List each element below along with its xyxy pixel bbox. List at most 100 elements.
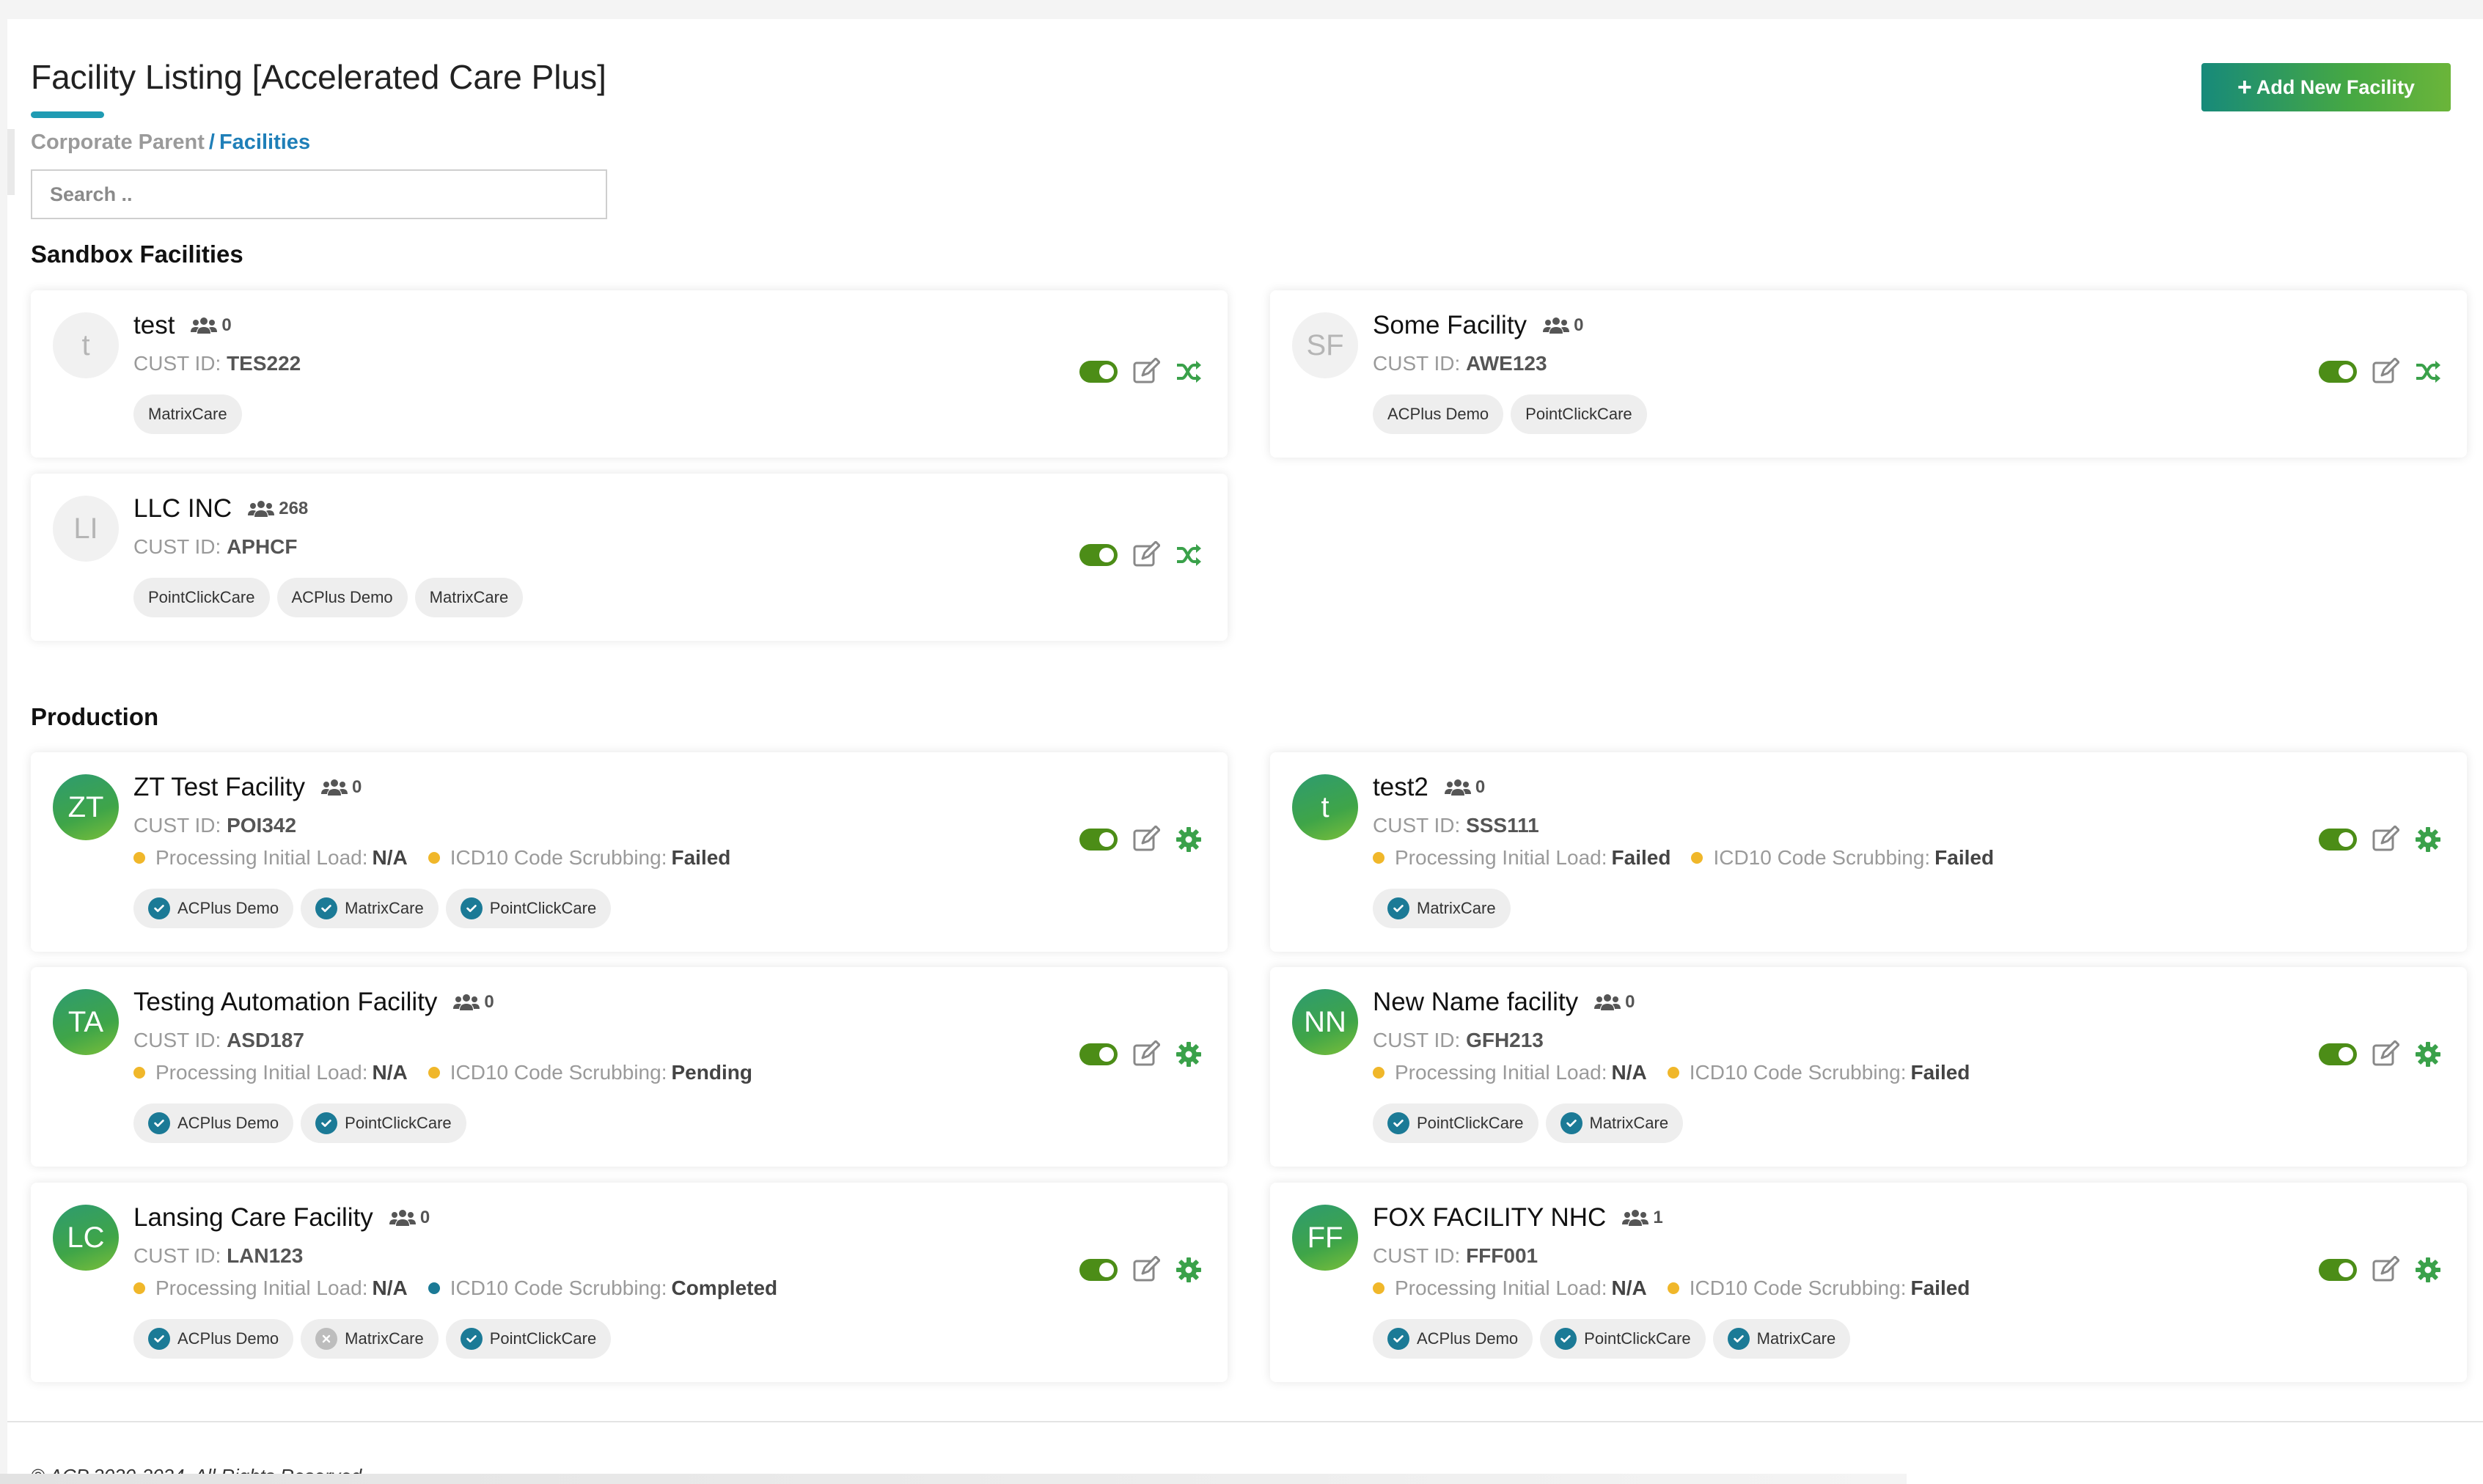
add-new-facility-label: Add New Facility [2256, 76, 2415, 98]
facility-card: FF FOX FACILITY NHC 1 CUST ID: FFF001 Proces… [1270, 1183, 2467, 1382]
facility-name-row: Lansing Care Facility 0 [133, 1203, 430, 1233]
active-toggle[interactable] [1079, 544, 1118, 566]
cust-id: CUST ID: SSS111 [1373, 814, 1539, 837]
integration-tags: PointClickCare MatrixCare [1373, 1103, 1684, 1143]
icd10-value: Failed [671, 846, 731, 869]
facility-name-row: ZT Test Facility 0 [133, 773, 362, 802]
active-toggle[interactable] [2319, 1043, 2357, 1065]
cust-id-label: CUST ID: [133, 535, 221, 558]
icd10-status: ICD10 Code Scrubbing: Failed [1691, 846, 1994, 870]
facility-name[interactable]: Lansing Care Facility [133, 1203, 373, 1233]
avatar: TA [53, 989, 119, 1055]
icd10-status: ICD10 Code Scrubbing: Failed [428, 846, 731, 870]
initial-load-value: N/A [1611, 1061, 1647, 1084]
facility-name[interactable]: test2 [1373, 773, 1428, 802]
active-toggle[interactable] [1079, 361, 1118, 383]
plus-icon: + [2237, 73, 2252, 101]
card-actions [1079, 540, 1203, 569]
status-dot [133, 1067, 145, 1079]
initial-load-label: Processing Initial Load: [1395, 846, 1607, 869]
check-circle-icon [148, 897, 170, 919]
facility-name[interactable]: LLC INC [133, 494, 232, 524]
integration-tags: PointClickCare ACPlus Demo MatrixCare [133, 578, 524, 617]
add-new-facility-button[interactable]: + Add New Facility [2201, 63, 2451, 111]
cust-id: CUST ID: AWE123 [1373, 352, 1547, 375]
footer-divider [7, 1421, 2483, 1422]
edit-icon[interactable] [1132, 1255, 1161, 1284]
integration-tag-label: MatrixCare [1589, 1114, 1669, 1132]
integration-tag: MatrixCare [301, 1319, 439, 1359]
active-toggle[interactable] [2319, 361, 2357, 383]
cust-id: CUST ID: TES222 [133, 352, 301, 375]
integration-tag: ACPlus Demo [276, 578, 408, 617]
active-toggle[interactable] [2319, 829, 2357, 851]
avatar: t [53, 312, 119, 378]
integration-tags: MatrixCare [133, 394, 242, 434]
active-toggle[interactable] [2319, 1259, 2357, 1281]
edit-icon[interactable] [2372, 357, 2400, 386]
search-input[interactable] [31, 169, 607, 219]
edit-icon[interactable] [1132, 1040, 1161, 1068]
facility-name[interactable]: ZT Test Facility [133, 773, 305, 802]
integration-tag-label: PointClickCare [489, 1329, 597, 1348]
initial-load-status: Processing Initial Load: Failed [1373, 846, 1670, 870]
status-dot [1373, 852, 1384, 864]
horizontal-scrollbar[interactable] [0, 1474, 1907, 1484]
initial-load-label: Processing Initial Load: [1395, 1277, 1607, 1299]
shuffle-icon[interactable] [1175, 541, 1203, 569]
gear-icon[interactable] [2414, 826, 2442, 853]
active-toggle[interactable] [1079, 829, 1118, 851]
integration-tag-label: PointClickCare [345, 1114, 452, 1132]
cust-id-value: POI342 [227, 814, 297, 837]
active-toggle[interactable] [1079, 1259, 1118, 1281]
check-circle-icon [148, 1328, 170, 1350]
gear-icon[interactable] [2414, 1040, 2442, 1068]
edit-icon[interactable] [1132, 825, 1161, 853]
edit-icon[interactable] [2372, 825, 2400, 853]
avatar: NN [1292, 989, 1358, 1055]
facility-name[interactable]: test [133, 311, 175, 340]
shuffle-icon[interactable] [2414, 358, 2442, 386]
icd10-label: ICD10 Code Scrubbing: [1689, 1061, 1907, 1084]
active-toggle[interactable] [1079, 1043, 1118, 1065]
gear-icon[interactable] [1175, 826, 1203, 853]
cust-id-value: ASD187 [227, 1029, 304, 1051]
shuffle-icon[interactable] [1175, 358, 1203, 386]
check-circle-icon [148, 1112, 170, 1134]
card-actions [1079, 1255, 1203, 1284]
avatar: FF [1292, 1205, 1358, 1271]
edit-icon[interactable] [1132, 540, 1161, 569]
check-circle-icon [1387, 897, 1409, 919]
icd10-status: ICD10 Code Scrubbing: Completed [428, 1277, 777, 1300]
facility-name-row: Some Facility 0 [1373, 311, 1583, 340]
breadcrumb-separator: / [208, 131, 215, 154]
integration-tag: PointClickCare [301, 1103, 466, 1143]
card-actions [2319, 1255, 2442, 1284]
integration-tag-label: ACPlus Demo [177, 1329, 279, 1348]
edit-icon[interactable] [2372, 1040, 2400, 1068]
facility-card: LI LLC INC 268 CUST ID: APHCF PointClickCare… [31, 474, 1228, 641]
edit-icon[interactable] [2372, 1255, 2400, 1284]
breadcrumb-corporate-parent[interactable]: Corporate Parent [31, 131, 205, 154]
facility-name[interactable]: Some Facility [1373, 311, 1527, 340]
breadcrumb-facilities[interactable]: Facilities [219, 131, 310, 154]
check-circle-icon [1727, 1328, 1750, 1350]
gear-icon[interactable] [1175, 1040, 1203, 1068]
processing-status: Processing Initial Load: N/A ICD10 Code Sc… [133, 1061, 773, 1084]
edit-icon[interactable] [1132, 357, 1161, 386]
processing-status: Processing Initial Load: N/A ICD10 Code Sc… [133, 1277, 798, 1300]
facility-name-row: New Name facility 0 [1373, 988, 1635, 1017]
gear-icon[interactable] [1175, 1256, 1203, 1284]
facility-name[interactable]: Testing Automation Facility [133, 988, 437, 1017]
initial-load-value: N/A [372, 1061, 408, 1084]
facility-name[interactable]: FOX FACILITY NHC [1373, 1203, 1606, 1233]
gear-icon[interactable] [2414, 1256, 2442, 1284]
facility-card: SF Some Facility 0 CUST ID: AWE123 ACPlus De… [1270, 290, 2467, 458]
facility-card: ZT ZT Test Facility 0 CUST ID: POI342 Proces… [31, 752, 1228, 952]
cust-id-value: GFH213 [1466, 1029, 1544, 1051]
initial-load-status: Processing Initial Load: N/A [1373, 1277, 1647, 1300]
processing-status: Processing Initial Load: Failed ICD10 Code… [1373, 846, 2014, 870]
cust-id: CUST ID: LAN123 [133, 1244, 303, 1268]
status-dot [428, 1067, 440, 1079]
facility-name[interactable]: New Name facility [1373, 988, 1578, 1017]
